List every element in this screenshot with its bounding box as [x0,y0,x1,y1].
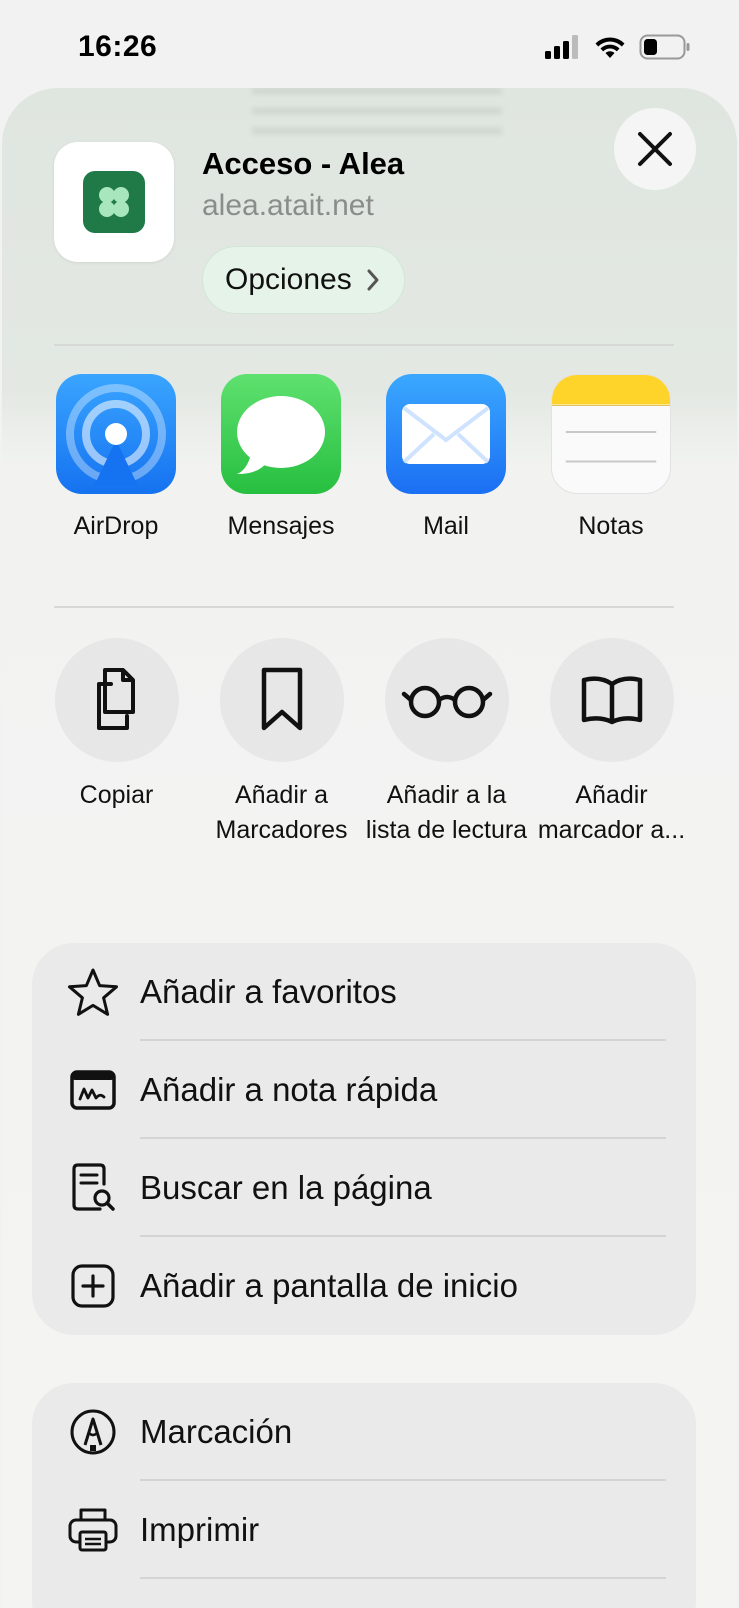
glasses-icon [384,638,509,762]
menu-item-add-favorites[interactable]: Añadir a favoritos [32,943,696,1041]
messages-icon [221,374,341,494]
menu-separator [140,1577,666,1579]
markup-icon [66,1405,120,1459]
chevron-right-icon [367,269,379,291]
quick-note-icon [66,1063,120,1117]
page-title: Acceso - Alea [202,146,405,181]
background-blur [252,88,502,148]
wifi-icon [595,37,625,58]
menu-item-add-home-screen[interactable]: Añadir a pantalla de inicio [32,1237,696,1335]
share-app-mail[interactable]: Mail [376,374,516,541]
close-icon [638,132,672,166]
status-time: 16:26 [78,30,158,63]
menu-item-label: Imprimir [140,1511,260,1548]
notes-icon [551,374,671,494]
menu-group-primary: Añadir a favoritos Añadir a nota rápida [32,943,696,1335]
book-icon [549,638,674,762]
page-url: alea.atait.net [202,189,374,222]
menu-item-label: Buscar en la página [140,1169,432,1206]
menu-item-find-in-page[interactable]: Buscar en la página [32,1139,696,1237]
menu-item-label: Añadir a nota rápida [140,1071,438,1108]
share-app-airdrop[interactable]: AirDrop [46,374,186,541]
menu-item-quick-note[interactable]: Añadir a nota rápida [32,1041,696,1139]
menu-item-label: Añadir a favoritos [140,973,397,1010]
menu-item-label: Añadir a pantalla de inicio [140,1267,518,1304]
airdrop-icon [56,374,176,494]
action-label: Copiar [79,781,154,809]
cellular-signal-icon [545,35,578,59]
battery-icon [639,34,690,60]
action-label: Añadir a Marcadores [215,781,348,844]
close-button[interactable] [614,108,696,190]
apps-divider [54,606,674,608]
action-add-reading-list[interactable]: Añadir a la lista de lectura [364,638,529,848]
share-app-label: Mail [423,512,469,540]
share-app-label: AirDrop [73,512,159,540]
status-bar: 16:26 [0,0,739,90]
bookmark-icon [219,638,344,762]
action-label: Añadir a la lista de lectura [365,781,528,844]
menu-item-print[interactable]: Imprimir [32,1481,696,1579]
mail-icon [386,374,506,494]
printer-icon [66,1503,120,1557]
add-square-icon [66,1259,120,1313]
action-label: Añadir marcador a... [537,781,686,844]
options-button[interactable]: Opciones [202,246,405,314]
find-in-page-icon [66,1161,120,1215]
action-add-bookmark[interactable]: Añadir a Marcadores [199,638,364,848]
clover-logo-icon [83,171,145,233]
status-icons [545,34,691,60]
share-sheet: Acceso - Alea alea.atait.net Opciones Ai… [2,88,737,1608]
site-icon [54,142,174,262]
copy-icon [54,638,179,762]
header-divider [54,344,674,346]
menu-item-markup[interactable]: Marcación [32,1383,696,1481]
share-app-notes[interactable]: Notas [541,374,681,541]
menu-item-label: Marcación [140,1413,293,1450]
options-label: Opciones [225,263,352,296]
share-app-messages[interactable]: Mensajes [211,374,351,541]
share-app-label: Notas [578,512,644,540]
action-add-bookmark-to[interactable]: Añadir marcador a... [529,638,694,848]
menu-group-secondary: Marcación Imprimir [32,1383,696,1608]
action-copy[interactable]: Copiar [34,638,199,813]
star-icon [66,965,120,1019]
share-app-label: Mensajes [227,512,335,540]
